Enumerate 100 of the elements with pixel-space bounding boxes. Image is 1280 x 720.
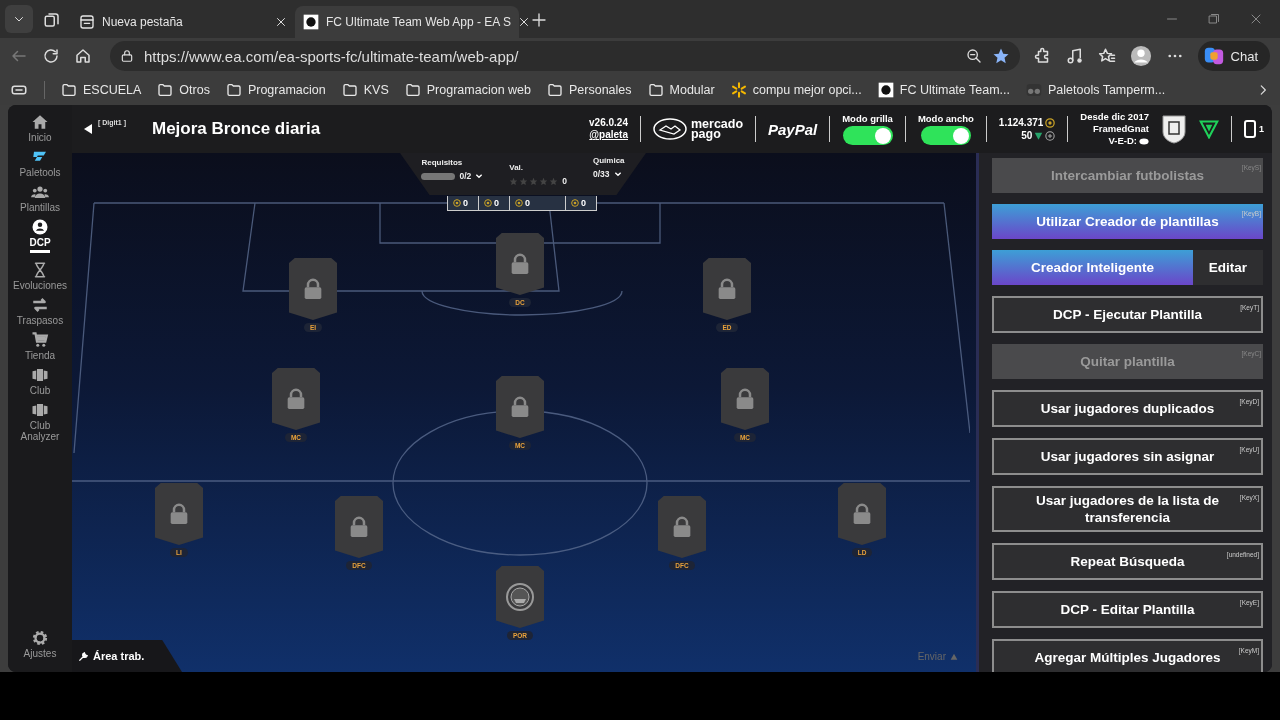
star-icon [529,176,539,186]
edit-button[interactable]: Editar [1193,250,1263,285]
paypal-logo[interactable]: PayPal [768,120,818,138]
browser-tab[interactable]: Nueva pestaña [71,6,295,38]
tampermonkey-icon [1026,81,1042,98]
player-slot[interactable] [289,258,337,320]
chat-button[interactable]: Chat [1197,41,1270,71]
bookmark[interactable]: Paletools Tamperm... [1026,81,1166,98]
restore-icon[interactable] [1208,13,1220,25]
workspaces-icon[interactable] [43,11,61,29]
player-slot[interactable] [272,368,320,430]
close-icon[interactable] [275,16,287,28]
reload-icon[interactable] [42,47,60,65]
profile-text: Desde dic 2017 [1080,111,1149,123]
player-slot[interactable] [496,233,544,295]
ea-logo-icon [303,14,319,30]
settings-icon [31,629,49,647]
sidebar-item[interactable]: DCP [8,216,72,259]
sidebar-item[interactable]: Tienda [8,329,72,364]
spark-icon [730,81,747,98]
bookmark[interactable]: ESCUELA [61,81,142,98]
sidebar-item[interactable]: Paletools [8,146,72,181]
lock-icon [349,516,369,538]
smart-builder-button[interactable]: Creador Inteligente [992,250,1193,285]
coin-icon [571,199,579,207]
chemistry-count: 0 [494,198,499,208]
eye-icon [1139,137,1149,145]
avatar-icon[interactable] [1129,45,1152,67]
bookmark[interactable]: Programacion web [404,81,531,98]
address-bar[interactable]: https://www.ea.com/ea-sports-fc/ultimate-team/web-app/ [110,41,1020,71]
people-icon [31,183,49,201]
new-tab-icon[interactable] [531,12,547,28]
lock-icon [169,503,189,525]
page-icon [79,14,95,30]
add-icon[interactable] [1045,130,1056,141]
rating-label: Val. [509,163,525,172]
coin-icon [1045,117,1056,128]
sidebar-item[interactable]: Traspasos [8,294,72,329]
phone-icon [1244,120,1256,138]
player-slot[interactable] [838,483,886,545]
sidebar-item[interactable]: Ajustes [8,627,72,662]
sidebar-item[interactable]: Club Analyzer [8,399,72,445]
player-slot[interactable] [496,566,544,628]
tab-title: FC Ultimate Team Web App - EA S [326,15,511,29]
player-slot[interactable] [703,258,751,320]
bookmark[interactable]: FC Ultimate Team... [877,81,1010,98]
folder-icon [61,81,77,98]
player-slot[interactable] [335,496,383,558]
club-crest-icon [1161,114,1187,144]
player-slot[interactable] [658,496,706,558]
zoom-out-icon[interactable] [965,48,982,64]
star-icon[interactable] [991,47,1010,65]
wrench-icon [78,650,89,662]
profile-text: V-E-D: [1108,135,1137,147]
chevron-down-icon[interactable] [475,172,484,180]
star-icon [509,176,519,186]
bookmark[interactable]: Programacion [225,81,326,98]
lock-icon [717,278,737,300]
version-label: v26.0.24 [589,117,628,129]
star-icon [519,176,529,186]
sidebar-item[interactable]: Plantillas [8,181,72,216]
back-arrow-icon[interactable] [82,123,94,135]
bookmark[interactable]: Modular [647,81,715,98]
bookmark[interactable]: compu mejor opci... [730,81,862,98]
player-slot[interactable] [721,368,769,430]
sidebar-item[interactable]: Club [8,364,72,399]
bookmark[interactable]: Personales [547,81,632,98]
bookmark[interactable]: KVS [341,81,389,98]
bookmark[interactable]: Otros [157,81,210,98]
tab-title: Nueva pestaña [102,15,184,29]
chevron-down-icon[interactable] [613,170,622,178]
club-icon [31,401,49,419]
player-slot[interactable] [155,483,203,545]
sidebar-item[interactable]: Evoluciones [8,259,72,294]
home-icon[interactable] [74,47,92,65]
profile-text: FramedGnat [1093,123,1149,135]
copilot-icon [1202,45,1225,67]
ea-logo-icon [877,81,894,98]
player-slot[interactable] [496,376,544,438]
toggle-switch[interactable] [842,126,893,145]
favorites-icon[interactable] [1097,47,1116,65]
mercado-pago-logo[interactable]: mercado pago [653,118,743,140]
requirements-count: 0/2 [459,171,472,181]
close-icon[interactable] [517,16,530,28]
crest-icon [505,582,535,612]
chemistry-value: 0/33 [593,169,610,179]
lock-icon [120,49,134,63]
sidebar-item[interactable]: Inicio [8,111,72,146]
swap-arrows-icon [31,296,49,314]
requirements-label: Requisitos [421,158,464,167]
lock-icon [303,278,323,300]
toggle-switch[interactable] [920,126,971,145]
rating-value: 0 [562,176,567,186]
workspace-tab[interactable]: Área trab. [72,640,182,672]
triangle-logo-icon[interactable] [1199,119,1219,139]
folder-icon [647,81,664,98]
device-count: 1 [1259,124,1264,134]
star-icon [539,176,549,186]
music-icon[interactable] [1065,47,1084,65]
author-link[interactable]: @paleta [589,129,628,141]
